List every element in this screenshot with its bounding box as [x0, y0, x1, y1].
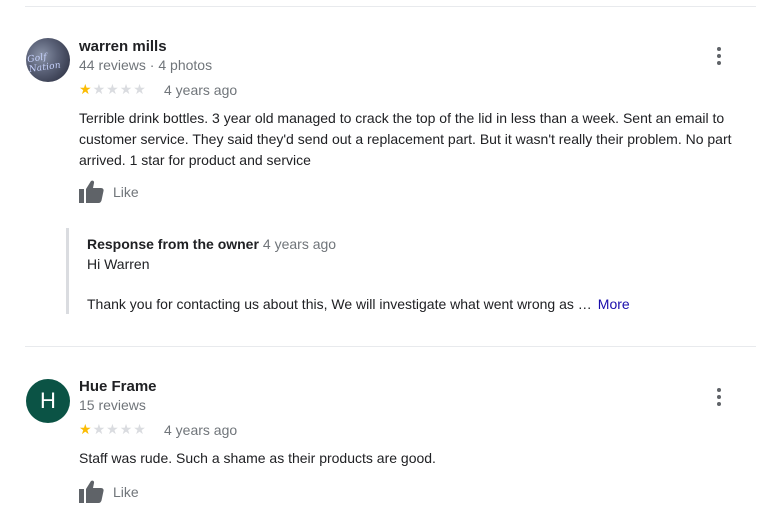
owner-response-excerpt: Thank you for contacting us about this, …	[87, 296, 592, 312]
more-options-button[interactable]	[709, 385, 729, 409]
thumb-up-icon	[79, 480, 104, 503]
more-vert-dot	[717, 54, 721, 58]
more-vert-dot	[717, 402, 721, 406]
reviewer-name[interactable]: warren mills	[79, 38, 167, 55]
avatar-logo-text: Golf Nation	[26, 52, 62, 75]
star-rating: ★ ★ ★ ★ ★	[79, 422, 146, 436]
top-divider	[25, 6, 756, 7]
more-vert-icon	[717, 47, 721, 51]
star-rating: ★ ★ ★ ★ ★	[79, 82, 146, 96]
avatar[interactable]: H	[26, 379, 70, 423]
star-empty-icon: ★	[92, 421, 106, 437]
owner-response: Response from the owner 4 years ago Hi Wa…	[66, 228, 729, 314]
like-button[interactable]: Like	[79, 480, 139, 503]
avatar[interactable]: Golf Nation	[26, 38, 70, 82]
more-vert-dot	[717, 395, 721, 399]
reviewer-meta: 44 reviews · 4 photos	[79, 57, 213, 73]
star-empty-icon: ★	[106, 81, 119, 97]
review-text: Terrible drink bottles. 3 year old manag…	[79, 110, 732, 168]
avatar-letter: H	[40, 388, 56, 413]
owner-response-heading: Response from the owner 4 years ago	[87, 236, 336, 252]
owner-response-greeting: Hi Warren	[87, 256, 150, 272]
more-options-button[interactable]	[709, 44, 729, 68]
reviewer-name[interactable]: Hue Frame	[79, 378, 157, 395]
owner-response-excerpt-line: Thank you for contacting us about this, …	[87, 296, 630, 312]
star-filled-icon: ★	[79, 81, 92, 97]
reviewer-meta: 15 reviews	[79, 397, 146, 413]
star-empty-icon: ★	[92, 81, 106, 97]
like-label: Like	[113, 183, 139, 200]
thumb-up-icon	[79, 180, 104, 203]
like-label: Like	[113, 483, 139, 500]
more-link[interactable]: More	[598, 296, 630, 312]
star-empty-icon: ★	[133, 81, 146, 97]
review-divider	[25, 346, 756, 347]
review-text: Staff was rude. Such a shame as their pr…	[79, 450, 436, 466]
star-empty-icon: ★	[133, 421, 146, 437]
star-empty-icon: ★	[119, 81, 133, 97]
owner-response-title: Response from the owner	[87, 236, 259, 252]
review-date: 4 years ago	[164, 422, 238, 438]
owner-response-date: 4 years ago	[262, 236, 337, 252]
more-vert-dot	[717, 61, 721, 65]
review-date: 4 years ago	[164, 82, 238, 98]
like-button[interactable]: Like	[79, 180, 139, 203]
more-vert-icon	[717, 388, 721, 392]
star-empty-icon: ★	[119, 421, 133, 437]
star-filled-icon: ★	[79, 421, 92, 437]
star-empty-icon: ★	[106, 421, 119, 437]
